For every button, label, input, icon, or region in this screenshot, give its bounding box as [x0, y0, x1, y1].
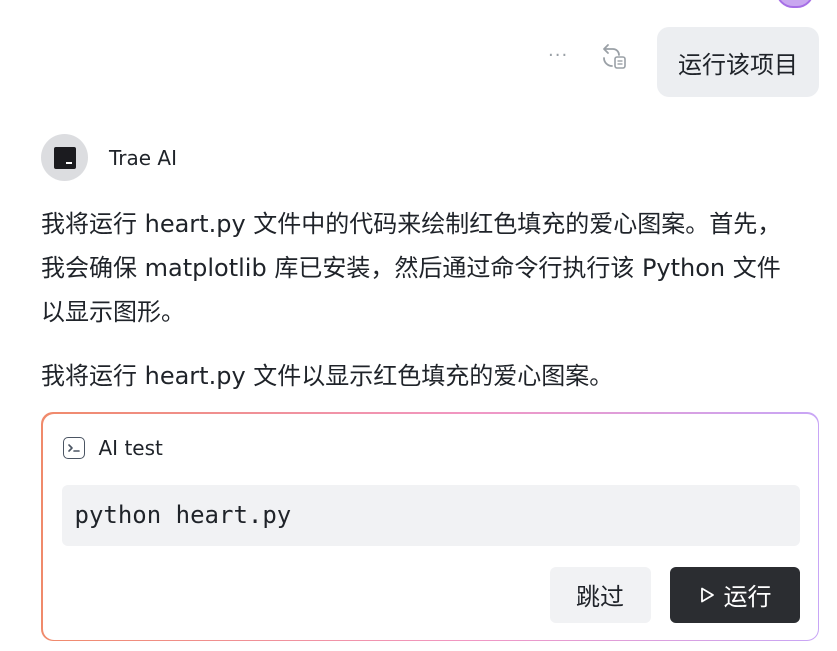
trae-logo-icon	[53, 146, 76, 169]
run-button[interactable]: 运行	[669, 566, 800, 623]
terminal-title: AI test	[98, 435, 163, 460]
message-actions: ···	[548, 40, 630, 72]
terminal-card-header: AI test	[62, 435, 163, 460]
run-button-label: 运行	[723, 583, 772, 611]
terminal-command-card: AI test python heart.py 跳过 运行	[41, 412, 819, 641]
ai-avatar	[41, 134, 88, 181]
chat-panel: ··· 运行该项目 Trae AI 我将运行 heart.py 文件中的代码来绘…	[0, 0, 837, 651]
terminal-icon	[62, 436, 85, 459]
user-avatar	[776, 0, 814, 8]
command-text: python heart.py	[74, 501, 292, 529]
skip-button[interactable]: 跳过	[549, 566, 651, 623]
ai-message-paragraph: 我将运行 heart.py 文件以显示红色填充的爱心图案。	[41, 362, 614, 390]
user-message-bubble: 运行该项目	[657, 27, 819, 97]
command-code-block: python heart.py	[61, 484, 800, 546]
rerun-icon[interactable]	[598, 40, 630, 72]
play-icon	[698, 586, 716, 604]
more-horizontal-icon[interactable]: ···	[548, 47, 568, 65]
skip-button-label: 跳过	[576, 583, 624, 611]
ai-message-paragraph: 我将运行 heart.py 文件中的代码来绘制红色填充的爱心图案。首先，我会确保…	[41, 210, 782, 326]
ai-name: Trae AI	[109, 146, 177, 170]
user-message-text: 运行该项目	[678, 50, 798, 79]
